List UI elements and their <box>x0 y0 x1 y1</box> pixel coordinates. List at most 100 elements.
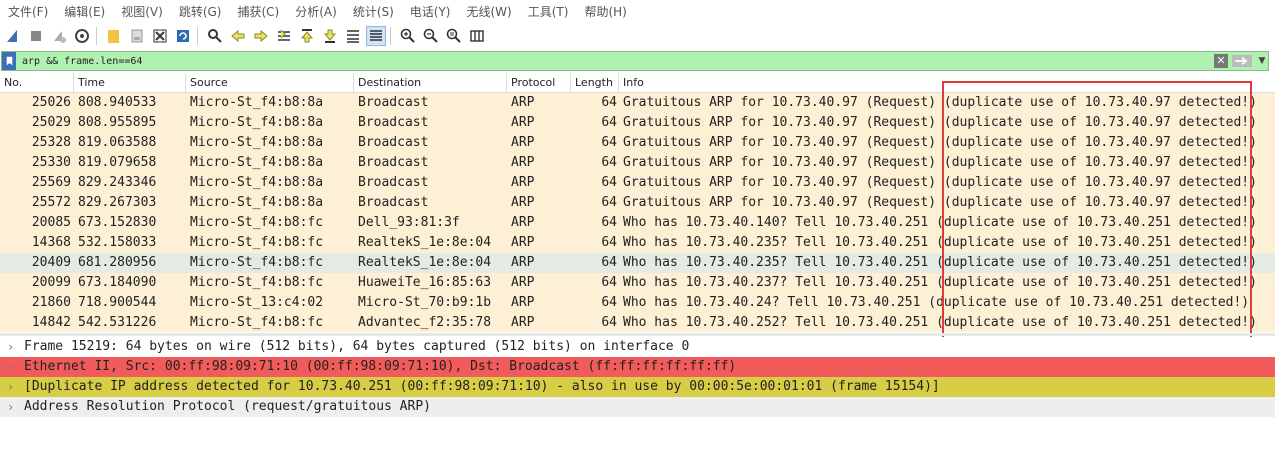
packet-no: 14368 <box>31 235 71 250</box>
open-folder-icon[interactable] <box>104 26 124 46</box>
packet-time: 819.063588 <box>78 135 157 150</box>
packet-time: 532.158033 <box>78 235 157 250</box>
packet-source: Micro-St_f4:b8:fc <box>190 235 324 250</box>
packet-length: 64 <box>601 255 617 270</box>
restart-icon[interactable] <box>49 26 69 46</box>
menu-item[interactable]: 统计(S) <box>353 3 394 20</box>
packet-source: Micro-St_f4:b8:8a <box>190 135 324 150</box>
packet-protocol: ARP <box>511 255 535 270</box>
resize-columns-icon[interactable] <box>467 26 487 46</box>
menu-item[interactable]: 编辑(E) <box>64 3 105 20</box>
packet-destination: Broadcast <box>358 135 429 150</box>
packet-length: 64 <box>601 235 617 250</box>
chevron-right-icon[interactable]: › <box>7 337 14 357</box>
packet-length: 64 <box>601 175 617 190</box>
packet-details[interactable]: › Frame 15219: 64 bytes on wire (512 bits… <box>0 337 1275 475</box>
chevron-right-icon[interactable]: › <box>7 377 14 397</box>
packet-protocol: ARP <box>511 135 535 150</box>
detail-text: Address Resolution Protocol (request/gra… <box>24 399 431 414</box>
detail-text: Ethernet II, Src: 00:ff:98:09:71:10 (00:… <box>24 359 737 374</box>
packet-no: 20099 <box>31 275 71 290</box>
menu-item[interactable]: 视图(V) <box>121 3 163 20</box>
menu-bar: 文件(F) 编辑(E) 视图(V) 跳转(G) 捕获(C) 分析(A) 统计(S) 电话(Y)… <box>0 0 1275 22</box>
menu-item[interactable]: 工具(T) <box>528 3 569 20</box>
go-last-icon[interactable] <box>320 26 340 46</box>
zoom-out-icon[interactable] <box>421 26 441 46</box>
toolbar-separator <box>390 26 391 45</box>
chevron-down-icon[interactable]: ▼ <box>1256 54 1268 68</box>
detail-tree-item[interactable]: › Ethernet II, Src: 00:ff:98:09:71:10 (00… <box>0 357 1275 377</box>
pane-splitter[interactable] <box>0 333 1275 336</box>
zoom-in-icon[interactable] <box>398 26 418 46</box>
column-header-length[interactable]: Length <box>571 73 619 92</box>
go-back-icon[interactable] <box>228 26 248 46</box>
packet-time: 673.184090 <box>78 275 157 290</box>
packet-protocol: ARP <box>511 175 535 190</box>
colorize-icon[interactable] <box>366 25 386 46</box>
column-header-time[interactable]: Time <box>74 73 186 92</box>
chevron-right-icon[interactable]: › <box>7 397 14 417</box>
packet-no: 25328 <box>31 135 71 150</box>
display-filter-input[interactable] <box>16 53 1214 69</box>
menu-item[interactable]: 电话(Y) <box>410 3 451 20</box>
reload-icon[interactable] <box>173 26 193 46</box>
menu-item[interactable]: 跳转(G) <box>179 3 222 20</box>
packet-no: 25572 <box>31 195 71 210</box>
close-file-icon[interactable] <box>150 26 170 46</box>
file-icon[interactable] <box>127 26 147 46</box>
detail-text: Frame 15219: 64 bytes on wire (512 bits)… <box>24 339 690 354</box>
apply-filter-icon[interactable] <box>1232 55 1252 67</box>
zoom-reset-icon[interactable] <box>444 26 464 46</box>
packet-time: 718.900544 <box>78 295 157 310</box>
column-header-no[interactable]: No. <box>0 73 74 92</box>
clear-filter-icon[interactable]: ✕ <box>1214 54 1228 68</box>
packet-no: 25029 <box>31 115 71 130</box>
shark-fin-icon[interactable] <box>3 26 23 46</box>
detail-tree-item[interactable]: › [Duplicate IP address detected for 10.7… <box>0 377 1275 397</box>
packet-destination: Broadcast <box>358 115 429 130</box>
packet-source: Micro-St_f4:b8:8a <box>190 175 324 190</box>
menu-item[interactable]: 文件(F) <box>8 3 48 20</box>
go-forward-icon[interactable] <box>251 26 271 46</box>
packet-source: Micro-St_f4:b8:fc <box>190 275 324 290</box>
packet-source: Micro-St_f4:b8:fc <box>190 315 324 330</box>
packet-no: 20085 <box>31 215 71 230</box>
packet-length: 64 <box>601 315 617 330</box>
packet-protocol: ARP <box>511 275 535 290</box>
menu-item[interactable]: 捕获(C) <box>237 3 279 20</box>
detail-tree-item[interactable]: › Frame 15219: 64 bytes on wire (512 bits… <box>0 337 1275 357</box>
packet-length: 64 <box>601 275 617 290</box>
column-header-source[interactable]: Source <box>186 73 354 92</box>
packet-time: 819.079658 <box>78 155 157 170</box>
detail-text: [Duplicate IP address detected for 10.73… <box>24 379 940 394</box>
menu-item[interactable]: 无线(W) <box>467 3 512 20</box>
find-icon[interactable] <box>205 26 225 46</box>
go-to-packet-icon[interactable] <box>274 26 294 46</box>
packet-protocol: ARP <box>511 215 535 230</box>
packet-time: 681.280956 <box>78 255 157 270</box>
stop-icon[interactable] <box>26 26 46 46</box>
chevron-right-icon[interactable]: › <box>7 357 14 377</box>
column-header-destination[interactable]: Destination <box>354 73 507 92</box>
packet-time: 808.955895 <box>78 115 157 130</box>
packet-time: 673.152830 <box>78 215 157 230</box>
packet-destination: Advantec_f2:35:78 <box>358 315 492 330</box>
packet-source: Micro-St_f4:b8:fc <box>190 215 324 230</box>
column-header-protocol[interactable]: Protocol <box>507 73 571 92</box>
packet-destination: HuaweiTe_16:85:63 <box>358 275 492 290</box>
menu-item[interactable]: 分析(A) <box>295 3 337 20</box>
menu-item[interactable]: 帮助(H) <box>584 3 626 20</box>
auto-scroll-icon[interactable] <box>343 26 363 46</box>
options-icon[interactable] <box>72 26 92 46</box>
detail-tree-item[interactable]: › Address Resolution Protocol (request/gr… <box>0 397 1275 417</box>
packet-destination: Broadcast <box>358 95 429 110</box>
packet-length: 64 <box>601 195 617 210</box>
go-first-icon[interactable] <box>297 26 317 46</box>
bookmark-icon[interactable] <box>2 52 16 70</box>
highlight-box <box>942 81 1252 339</box>
packet-length: 64 <box>601 95 617 110</box>
packet-length: 64 <box>601 155 617 170</box>
packet-destination: RealtekS_1e:8e:04 <box>358 255 492 270</box>
packet-time: 829.267303 <box>78 195 157 210</box>
packet-time: 542.531226 <box>78 315 157 330</box>
